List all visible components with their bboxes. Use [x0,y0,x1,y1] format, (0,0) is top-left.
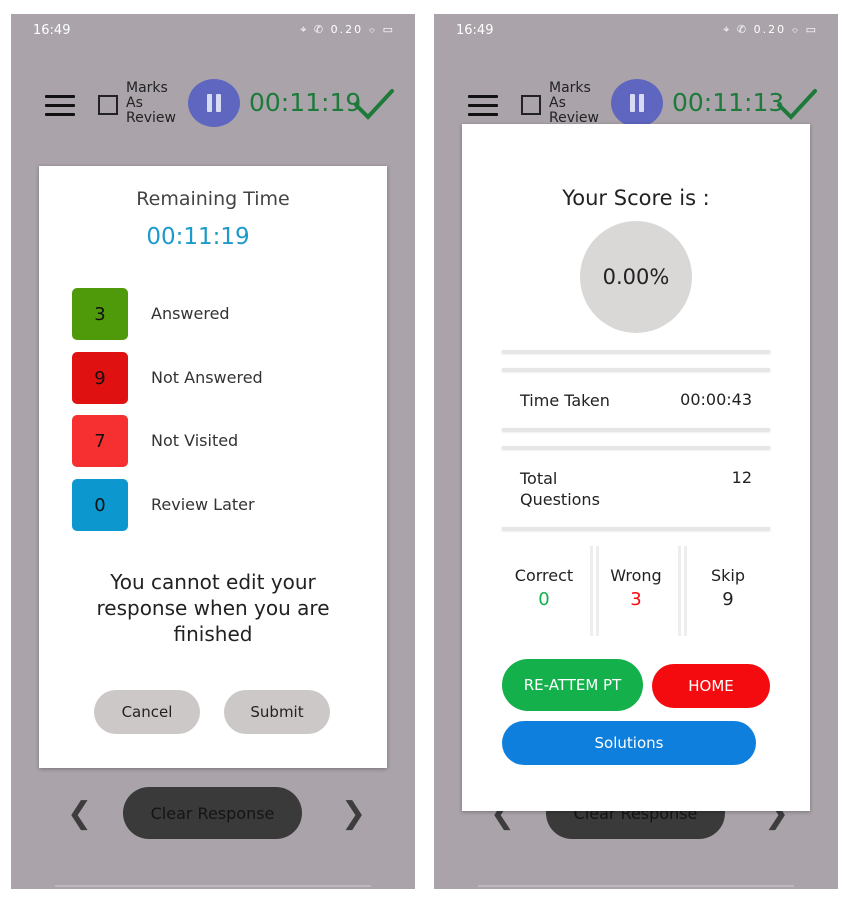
status-time: 16:49 [456,23,494,38]
total-questions-label: Total Questions [520,469,600,509]
chevron-left-icon[interactable]: ❮ [67,796,92,831]
bottom-divider [55,885,371,887]
mark-review-label: Marks As Review [126,80,176,126]
status-bar: 16:49 ⌖ ✆ 0.20 ⌔ ▭ [11,14,415,48]
status-row-answered: 3 Answered [72,288,372,340]
divider [502,350,770,353]
status-row-review-later: 0 Review Later [72,479,372,531]
correct-value: 0 [538,589,550,610]
divider [502,368,770,371]
check-icon[interactable] [775,86,819,122]
clear-response-button[interactable]: Clear Response [123,787,302,839]
remaining-time-title: Remaining Time [136,188,290,210]
total-questions-value: 12 [731,468,752,487]
quiz-toolbar: Marks As Review 00:11:19 [11,79,415,144]
not-visited-label: Not Visited [151,431,239,450]
mark-review-label: Marks As Review [549,80,599,126]
submit-button[interactable]: Submit [224,690,330,734]
not-visited-count: 7 [72,415,128,467]
status-time: 16:49 [33,23,71,38]
quiz-timer: 00:11:19 [249,88,362,117]
solutions-button[interactable]: Solutions [502,721,756,765]
quiz-timer: 00:11:13 [672,88,785,117]
skip-stat: Skip 9 [684,566,772,610]
time-taken-label: Time Taken [520,391,610,410]
score-dialog: Your Score is : 0.00% Time Taken 00:00:4… [462,124,810,811]
status-row-not-visited: 7 Not Visited [72,415,372,467]
chevron-right-icon[interactable]: ❯ [341,796,366,831]
bottom-divider [478,885,794,887]
cancel-button[interactable]: Cancel [94,690,200,734]
mark-review-checkbox[interactable] [521,95,541,115]
review-later-count: 0 [72,479,128,531]
score-title: Your Score is : [562,186,710,210]
menu-icon[interactable] [45,95,75,117]
wrong-stat: Wrong 3 [592,566,680,610]
score-value: 0.00% [580,221,692,333]
status-bar: 16:49 ⌖ ✆ 0.20 ⌔ ▭ [434,14,838,48]
divider [502,446,770,449]
divider [502,428,770,431]
bottom-nav: ❮ Clear Response ❯ [11,786,415,846]
answered-label: Answered [151,304,230,323]
remaining-time-value: 00:11:19 [146,224,250,250]
reattempt-button[interactable]: RE-ATTEM PT [502,659,643,711]
menu-icon[interactable] [468,95,498,117]
stat-separator [678,546,681,636]
mark-review-checkbox[interactable] [98,95,118,115]
status-icons: ⌖ ✆ 0.20 ⌔ ▭ [723,23,818,36]
correct-label: Correct [514,566,574,585]
correct-stat: Correct 0 [500,566,588,610]
skip-label: Skip [710,566,746,585]
not-answered-label: Not Answered [151,368,263,387]
divider [502,527,770,530]
pause-button[interactable] [611,79,663,127]
status-icons: ⌖ ✆ 0.20 ⌔ ▭ [300,23,395,36]
submit-dialog: Remaining Time 00:11:19 3 Answered 9 Not… [39,166,387,768]
check-icon[interactable] [352,86,396,122]
wrong-label: Wrong [610,566,662,585]
pause-button[interactable] [188,79,240,127]
skip-value: 9 [722,589,734,610]
home-button[interactable]: HOME [652,664,770,708]
review-later-label: Review Later [151,495,255,514]
finish-warning: You cannot edit your response when you a… [96,570,330,646]
quiz-submit-screen: 16:49 ⌖ ✆ 0.20 ⌔ ▭ Marks As Review 00:11… [11,14,415,889]
status-row-not-answered: 9 Not Answered [72,352,372,404]
not-answered-count: 9 [72,352,128,404]
answered-count: 3 [72,288,128,340]
wrong-value: 3 [630,589,642,610]
quiz-result-screen: 16:49 ⌖ ✆ 0.20 ⌔ ▭ Marks As Review 00:11… [434,14,838,889]
time-taken-value: 00:00:43 [680,390,752,409]
